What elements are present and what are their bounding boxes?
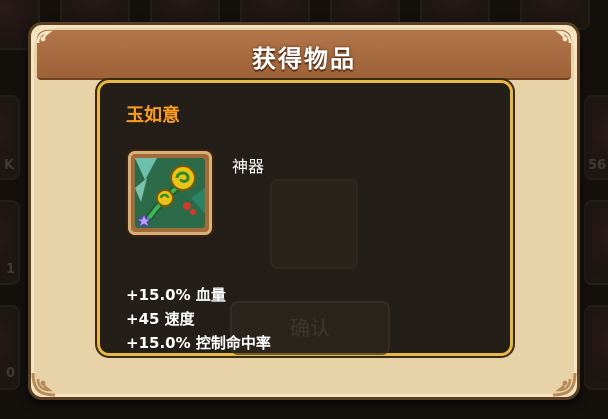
item-icon-frame[interactable] [128, 151, 212, 235]
corner-swirl-icon [552, 25, 577, 50]
background-item-card [270, 179, 358, 269]
game-screen: K 56 1 0 获得物品 玉如意 确认 神器 +15.0% 血量 +45 速度… [0, 0, 608, 419]
item-rarity: 神器 [232, 157, 265, 176]
corner-swirl-icon [552, 372, 577, 397]
item-stats-list: +15.0% 血量 +45 速度 +15.0% 控制命中率 [126, 283, 271, 355]
dialog-title: 获得物品 [252, 45, 356, 73]
item-obtained-dialog: 获得物品 玉如意 确认 神器 +15.0% 血量 +45 速度 +15.0% 控… [28, 22, 580, 400]
jade-ruyi-scepter-icon [135, 158, 205, 228]
corner-swirl-icon [31, 25, 56, 50]
item-name: 玉如意 [126, 105, 180, 126]
corner-swirl-icon [31, 372, 56, 397]
stat-line: +15.0% 血量 [126, 286, 226, 304]
stat-line: +45 速度 [126, 310, 195, 328]
item-info-panel: 玉如意 确认 神器 +15.0% 血量 +45 速度 +15.0% 控制命中率 [97, 80, 513, 356]
stat-line: +15.0% 控制命中率 [126, 334, 271, 352]
dialog-title-bar: 获得物品 [37, 30, 571, 80]
